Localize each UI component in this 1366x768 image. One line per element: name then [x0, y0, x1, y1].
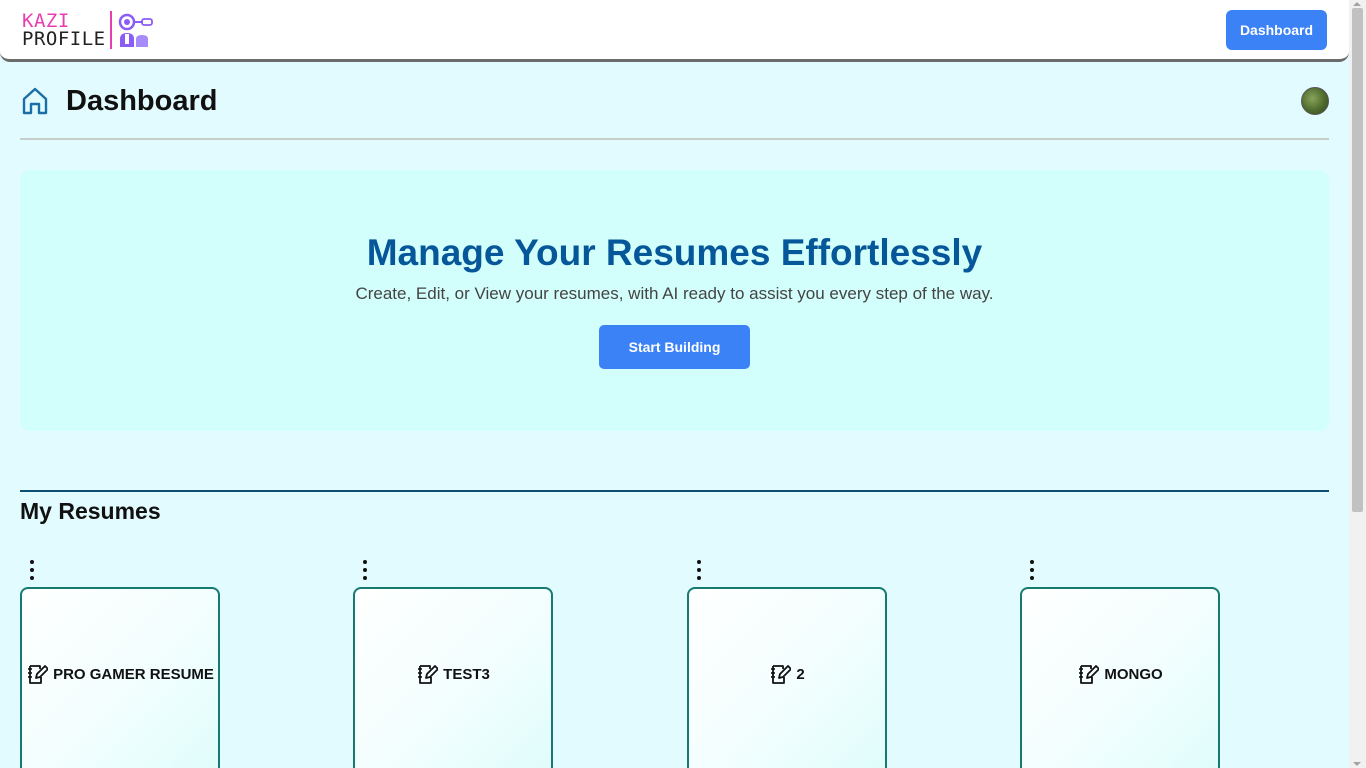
resume-name: 2	[796, 665, 805, 683]
resume-card-label: 2	[769, 663, 805, 685]
logo-person-icon	[118, 13, 153, 47]
resume-card-wrapper: MONGO	[1020, 556, 1220, 768]
kebab-menu-icon[interactable]	[695, 560, 703, 580]
edit-note-icon	[418, 665, 439, 684]
resume-card-wrapper: 2	[687, 556, 887, 768]
dashboard-button[interactable]: Dashboard	[1226, 9, 1327, 50]
home-icon[interactable]	[20, 86, 50, 116]
kebab-menu-icon[interactable]	[361, 560, 369, 580]
kebab-menu-icon[interactable]	[1028, 560, 1036, 580]
start-building-button[interactable]: Start Building	[599, 325, 750, 369]
resume-card-label: TEST3	[416, 663, 490, 685]
resume-card-wrapper: PRO GAMER RESUME	[20, 556, 220, 768]
section-divider	[20, 490, 1329, 492]
user-avatar[interactable]	[1301, 87, 1329, 115]
edit-note-icon	[1079, 665, 1100, 684]
page-header: Dashboard	[20, 80, 1329, 140]
resume-card-label: PRO GAMER RESUME	[26, 663, 214, 685]
resume-card[interactable]: PRO GAMER RESUME	[20, 587, 220, 768]
resume-card-wrapper: TEST3	[353, 556, 553, 768]
resume-name: TEST3	[443, 665, 490, 683]
edit-note-icon	[771, 665, 792, 684]
page-title: Dashboard	[66, 84, 218, 117]
resume-card[interactable]: 2	[687, 587, 887, 768]
top-navbar: KAZI PROFILE Dashboard	[0, 0, 1349, 62]
logo-kazi: KAZI	[22, 9, 70, 32]
resume-name: MONGO	[1104, 665, 1163, 683]
hero-title: Manage Your Resumes Effortlessly	[366, 232, 983, 273]
scrollbar-thumb[interactable]	[1352, 8, 1363, 512]
resume-card[interactable]: TEST3	[353, 587, 553, 768]
scroll-down-arrow-icon[interactable]	[1353, 762, 1361, 766]
logo-divider	[109, 10, 112, 49]
scroll-up-arrow-icon[interactable]	[1353, 2, 1361, 6]
logo-profile: PROFILE	[22, 27, 106, 50]
edit-note-icon	[28, 665, 49, 684]
hero-banner: Manage Your Resumes Effortlessly Create,…	[20, 170, 1329, 431]
resume-card-label: MONGO	[1077, 663, 1163, 685]
my-resumes-heading: My Resumes	[20, 498, 161, 524]
header-left: Dashboard	[20, 85, 217, 118]
resume-card[interactable]: MONGO	[1020, 587, 1220, 768]
vertical-scrollbar[interactable]	[1349, 0, 1366, 768]
hero-subtitle: Create, Edit, or View your resumes, with…	[355, 284, 994, 303]
kebab-menu-icon[interactable]	[28, 560, 36, 580]
logo-text: KAZI PROFILE	[22, 9, 106, 50]
logo[interactable]: KAZI PROFILE	[22, 8, 154, 52]
resume-name: PRO GAMER RESUME	[53, 665, 214, 683]
